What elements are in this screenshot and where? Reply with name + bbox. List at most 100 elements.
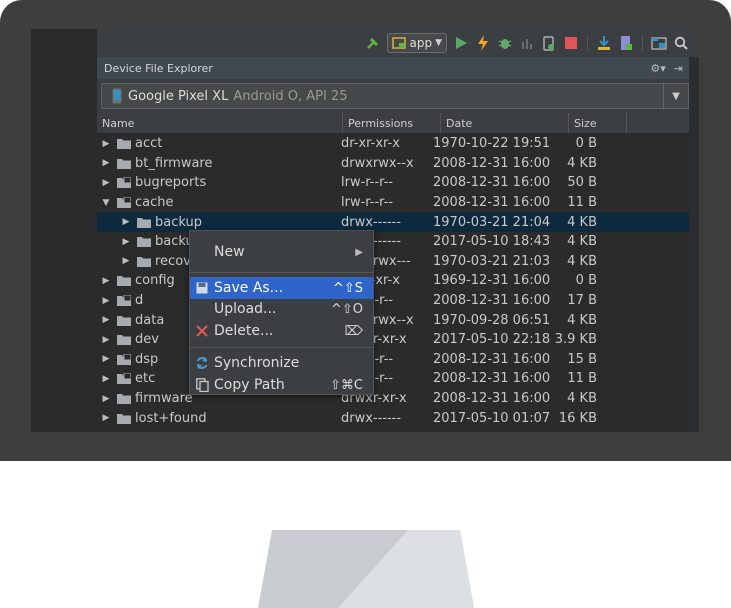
table-row[interactable]: ▶backup_stagedrwx------2017-05-10 18:434… bbox=[97, 232, 689, 252]
collapsed-arrow-icon[interactable]: ▶ bbox=[101, 296, 111, 306]
table-row[interactable]: ▶dlrw-r--r--2008-12-31 16:0017 B bbox=[97, 291, 689, 311]
menu-item-synchronize[interactable]: Synchronize bbox=[190, 352, 373, 374]
folder-icon bbox=[117, 394, 131, 405]
file-name: etc bbox=[135, 371, 156, 387]
device-selector[interactable]: Google Pixel XL Android O, API 25 ▼ bbox=[101, 83, 689, 109]
table-row[interactable]: ▶etclrw-r--r--2008-12-31 16:0011 B bbox=[97, 369, 689, 389]
collapsed-arrow-icon[interactable]: ▶ bbox=[101, 374, 111, 384]
submenu-arrow-icon: ▶ bbox=[355, 246, 363, 258]
project-structure-icon[interactable] bbox=[651, 35, 667, 51]
menu-item-label: Synchronize bbox=[214, 355, 300, 371]
collapsed-arrow-icon[interactable]: ▶ bbox=[121, 217, 131, 227]
run-icon[interactable] bbox=[453, 35, 469, 51]
column-header-size[interactable]: Size bbox=[569, 113, 627, 133]
folder-link-icon bbox=[117, 177, 131, 189]
size-cell: 16 KB bbox=[558, 410, 597, 426]
menu-item-save-as[interactable]: Save As... ^⇧S bbox=[190, 277, 373, 299]
table-row[interactable]: ▶dsplrw-r--r--2008-12-31 16:0015 B bbox=[97, 350, 689, 370]
folder-icon bbox=[117, 413, 131, 424]
collapsed-arrow-icon[interactable]: ▶ bbox=[101, 315, 111, 325]
table-row[interactable]: ▶ bugreports lrw-r--r-- 2008-12-31 16:00 50 … bbox=[97, 173, 689, 193]
file-name: config bbox=[135, 273, 175, 289]
file-name: acct bbox=[135, 136, 163, 152]
menu-item-label: Save As... bbox=[214, 280, 284, 296]
permissions-cell: drwx------ bbox=[341, 214, 402, 230]
permissions-cell: lrw-r--r-- bbox=[341, 195, 394, 211]
column-header-name[interactable]: Name bbox=[97, 113, 343, 133]
editor-gutter bbox=[31, 29, 98, 432]
size-cell: 4 KB bbox=[567, 155, 597, 171]
file-name: lost+found bbox=[135, 410, 207, 426]
monitor-stand bbox=[258, 530, 474, 608]
device-selector-row: Google Pixel XL Android O, API 25 ▼ bbox=[97, 79, 689, 113]
search-icon[interactable] bbox=[673, 35, 689, 51]
folder-link-icon bbox=[117, 197, 131, 209]
collapsed-arrow-icon[interactable]: ▶ bbox=[101, 158, 111, 168]
collapsed-arrow-icon[interactable]: ▶ bbox=[121, 237, 131, 247]
date-cell: 2008-12-31 16:00 bbox=[433, 351, 551, 367]
menu-shortcut: ^⇧S bbox=[332, 280, 363, 296]
size-cell: 11 B bbox=[567, 195, 597, 211]
collapsed-arrow-icon[interactable]: ▶ bbox=[101, 413, 111, 423]
hammer-icon[interactable] bbox=[365, 35, 381, 51]
date-cell: 1970-03-21 21:03 bbox=[433, 253, 551, 269]
date-cell: 2008-12-31 16:00 bbox=[433, 155, 551, 171]
table-row[interactable]: ▼ cache lrw-r--r-- 2008-12-31 16:00 11 B bbox=[97, 193, 689, 213]
folder-icon bbox=[117, 335, 131, 346]
menu-item-label: Delete... bbox=[214, 323, 274, 339]
collapsed-arrow-icon[interactable]: ▶ bbox=[121, 256, 131, 266]
size-cell: 0 B bbox=[575, 136, 597, 152]
gear-icon[interactable]: ⚙▾ bbox=[650, 62, 665, 75]
file-name: firmware bbox=[135, 391, 193, 407]
table-row[interactable]: ▶ firmware drwxr-xr-x 2008-12-31 16:00 4 KB bbox=[97, 389, 689, 409]
table-header: Name Permissions Date Size bbox=[97, 113, 689, 134]
menu-separator bbox=[190, 272, 373, 273]
size-cell: 4 KB bbox=[567, 312, 597, 328]
run-config-label: app bbox=[409, 36, 433, 50]
sdk-manager-icon[interactable] bbox=[596, 35, 612, 51]
table-row[interactable]: ▶devdrwxr-xr-x2017-05-10 22:183.9 KB bbox=[97, 330, 689, 350]
size-cell: 17 B bbox=[567, 293, 597, 309]
expanded-arrow-icon[interactable]: ▼ bbox=[101, 198, 111, 208]
collapsed-arrow-icon[interactable]: ▶ bbox=[101, 335, 111, 345]
date-cell: 2017-05-10 22:18 bbox=[433, 332, 551, 348]
chevron-down-icon[interactable]: ▼ bbox=[663, 84, 688, 108]
menu-item-upload[interactable]: Upload... ^⇧O bbox=[190, 298, 373, 320]
collapsed-arrow-icon[interactable]: ▶ bbox=[101, 394, 111, 404]
table-row[interactable]: ▶ bt_firmware drwxrwx--x 2008-12-31 16:00 4 … bbox=[97, 154, 689, 174]
table-row[interactable]: ▶configdr-xr-xr-x1969-12-31 16:000 B bbox=[97, 271, 689, 291]
table-row[interactable]: ▶ recovery drwxrwx--- 1970-03-21 21:03 4 KB bbox=[97, 252, 689, 272]
column-header-date[interactable]: Date bbox=[441, 113, 569, 133]
size-cell: 11 B bbox=[567, 371, 597, 387]
date-cell: 1969-12-31 16:00 bbox=[433, 273, 551, 289]
collapsed-arrow-icon[interactable]: ▶ bbox=[101, 139, 111, 149]
main-toolbar: app ▼ bbox=[97, 29, 699, 57]
apply-changes-icon[interactable] bbox=[475, 35, 491, 51]
debug-icon[interactable] bbox=[497, 35, 513, 51]
profile-icon[interactable] bbox=[519, 35, 535, 51]
hide-panel-icon[interactable]: ⇥ bbox=[674, 62, 683, 75]
menu-item-copy-path[interactable]: Copy Path ⇧⌘C bbox=[190, 374, 373, 396]
collapsed-arrow-icon[interactable]: ▶ bbox=[101, 354, 111, 364]
file-name: bt_firmware bbox=[135, 155, 213, 171]
menu-item-new[interactable]: New ▶ bbox=[190, 241, 373, 263]
date-cell: 2008-12-31 16:00 bbox=[433, 195, 551, 211]
date-cell: 2008-12-31 16:00 bbox=[433, 293, 551, 309]
collapsed-arrow-icon[interactable]: ▶ bbox=[101, 276, 111, 286]
menu-shortcut: ⌦ bbox=[344, 323, 363, 339]
save-icon bbox=[190, 282, 214, 294]
table-row[interactable]: ▶ acct dr-xr-xr-x 1970-10-22 19:51 0 B bbox=[97, 134, 689, 154]
stop-icon[interactable] bbox=[563, 35, 579, 51]
collapsed-arrow-icon[interactable]: ▶ bbox=[101, 178, 111, 188]
permissions-cell: drwx------ bbox=[341, 410, 402, 426]
attach-debugger-icon[interactable] bbox=[541, 35, 557, 51]
table-row[interactable]: ▶ backup drwx------ 1970-03-21 21:04 4 KB bbox=[97, 212, 689, 232]
run-config-selector[interactable]: app ▼ bbox=[387, 33, 447, 53]
column-header-permissions[interactable]: Permissions bbox=[343, 113, 441, 133]
delete-icon bbox=[190, 325, 214, 337]
folder-icon bbox=[117, 158, 131, 169]
table-row[interactable]: ▶ data drwxrwx--x 1970-09-28 06:51 4 KB bbox=[97, 310, 689, 330]
menu-item-delete[interactable]: Delete... ⌦ bbox=[190, 320, 373, 342]
avd-manager-icon[interactable] bbox=[618, 35, 634, 51]
table-row[interactable]: ▶ lost+found drwx------ 2017-05-10 01:07 16 … bbox=[97, 408, 689, 428]
